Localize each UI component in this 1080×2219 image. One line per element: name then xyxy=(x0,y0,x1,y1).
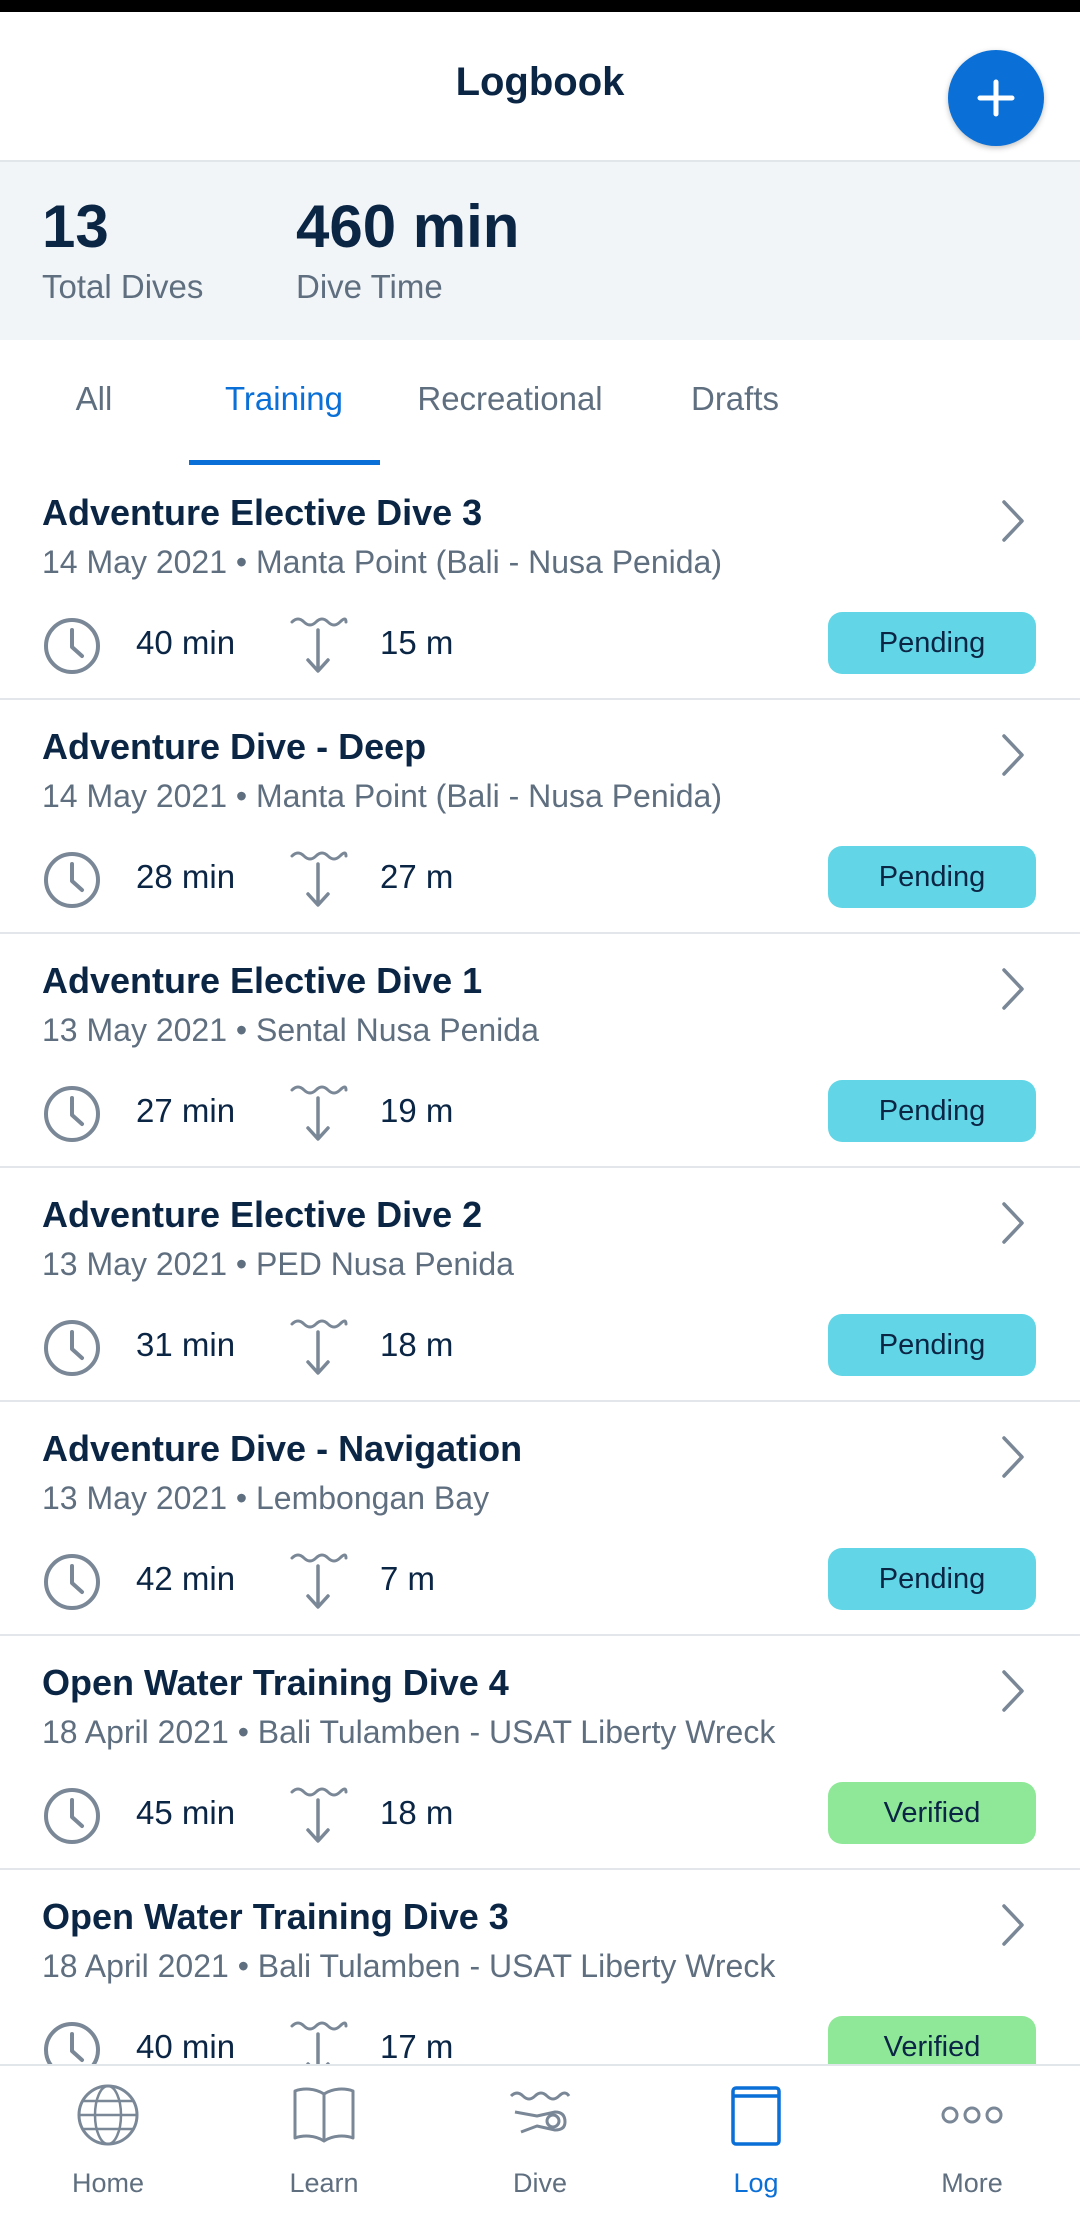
nav-home-label: Home xyxy=(71,2168,145,2198)
nav-learn[interactable]: Learn xyxy=(216,2082,432,2212)
dive-time-value: 460 min xyxy=(296,193,520,260)
book-icon xyxy=(293,2087,355,2143)
dive-duration: 28 min xyxy=(136,858,236,895)
filter-tabs: All Training Recreational Drafts xyxy=(0,340,1080,466)
status-badge: Pending xyxy=(828,612,1036,674)
depth-icon xyxy=(290,1319,348,1375)
dive-title: Adventure Elective Dive 2 xyxy=(42,1194,483,1235)
nav-more[interactable]: More xyxy=(864,2082,1080,2212)
dive-date-location: 18 April 2021 • Bali Tulamben - USAT Lib… xyxy=(42,1948,776,1984)
dive-duration: 45 min xyxy=(136,1794,236,1831)
chevron-right-icon xyxy=(1002,734,1024,776)
status-badge: Pending xyxy=(828,1548,1036,1610)
status-badge: Verified xyxy=(828,1782,1036,1844)
chevron-right-icon xyxy=(1002,1436,1024,1478)
dive-max-depth: 19 m xyxy=(380,1092,454,1129)
dive-date-location: 14 May 2021 • Manta Point (Bali - Nusa P… xyxy=(42,778,722,814)
clock-icon xyxy=(44,1086,100,1142)
tab-drafts[interactable]: Drafts xyxy=(660,380,810,440)
nav-learn-label: Learn xyxy=(289,2168,359,2198)
total-dives-value: 13 xyxy=(42,193,109,260)
dive-list-item[interactable]: Open Water Training Dive 4 18 April 2021… xyxy=(0,1636,1080,1870)
more-dots-icon xyxy=(941,2106,1003,2124)
clock-icon xyxy=(44,1320,100,1376)
add-dive-button[interactable] xyxy=(948,50,1044,146)
dive-title: Adventure Dive - Navigation xyxy=(42,1428,523,1469)
depth-icon xyxy=(290,851,348,907)
depth-icon xyxy=(290,1085,348,1141)
active-tab-indicator xyxy=(189,460,380,465)
depth-icon xyxy=(290,1553,348,1609)
diver-icon xyxy=(509,2091,571,2134)
logbook-icon xyxy=(731,2086,781,2146)
status-badge: Verified xyxy=(828,2016,1036,2064)
dive-title: Adventure Dive - Deep xyxy=(42,726,427,767)
dive-max-depth: 17 m xyxy=(380,2028,454,2064)
clock-icon xyxy=(44,852,100,908)
dive-date-location: 13 May 2021 • Lembongan Bay xyxy=(42,1480,490,1516)
dive-list: Adventure Elective Dive 3 14 May 2021 • … xyxy=(0,466,1080,2064)
dive-list-item[interactable]: Adventure Dive - Deep 14 May 2021 • Mant… xyxy=(0,700,1080,934)
tab-training[interactable]: Training xyxy=(190,380,378,440)
chevron-right-icon xyxy=(1002,500,1024,542)
nav-log[interactable]: Log xyxy=(648,2082,864,2212)
dive-duration: 40 min xyxy=(136,624,236,661)
clock-icon xyxy=(44,618,100,674)
dive-title: Adventure Elective Dive 3 xyxy=(42,492,483,533)
logbook-summary: 13 Total Dives 460 min Dive Time xyxy=(0,160,1080,342)
depth-icon xyxy=(290,2021,348,2064)
dive-date-location: 18 April 2021 • Bali Tulamben - USAT Lib… xyxy=(42,1714,776,1750)
dive-max-depth: 15 m xyxy=(380,624,454,661)
clock-icon xyxy=(44,2022,100,2064)
dive-list-item[interactable]: Adventure Dive - Navigation 13 May 2021 … xyxy=(0,1402,1080,1636)
depth-icon xyxy=(290,1787,348,1843)
chevron-right-icon xyxy=(1002,1670,1024,1712)
nav-more-label: More xyxy=(941,2168,1003,2198)
dive-duration: 31 min xyxy=(136,1326,236,1363)
depth-icon xyxy=(290,617,348,673)
plus-icon xyxy=(977,79,1015,117)
dive-title: Adventure Elective Dive 1 xyxy=(42,960,483,1001)
globe-icon xyxy=(77,2084,139,2146)
dive-max-depth: 18 m xyxy=(380,1794,454,1831)
dive-time-label: Dive Time xyxy=(296,268,443,305)
dive-max-depth: 27 m xyxy=(380,858,454,895)
bottom-navigation: Home Learn Dive Log More xyxy=(0,2064,1080,2219)
dive-date-location: 13 May 2021 • Sental Nusa Penida xyxy=(42,1012,539,1048)
status-badge: Pending xyxy=(828,1314,1036,1376)
page-title: Logbook xyxy=(455,60,625,104)
chevron-right-icon xyxy=(1002,1904,1024,1946)
app-header: Logbook xyxy=(0,12,1080,160)
dive-max-depth: 18 m xyxy=(380,1326,454,1363)
nav-dive-label: Dive xyxy=(512,2168,567,2198)
nav-log-label: Log xyxy=(733,2168,779,2198)
tab-all[interactable]: All xyxy=(44,380,144,440)
dive-time-stat: 460 min Dive Time xyxy=(296,192,519,306)
dive-duration: 42 min xyxy=(136,1560,236,1597)
dive-list-item[interactable]: Adventure Elective Dive 2 13 May 2021 • … xyxy=(0,1168,1080,1402)
clock-icon xyxy=(44,1554,100,1610)
chevron-right-icon xyxy=(1002,1202,1024,1244)
tab-recreational[interactable]: Recreational xyxy=(400,380,620,440)
dive-title: Open Water Training Dive 4 xyxy=(42,1662,509,1703)
dive-duration: 40 min xyxy=(136,2028,236,2064)
dive-list-item[interactable]: Adventure Elective Dive 3 14 May 2021 • … xyxy=(0,466,1080,700)
total-dives-label: Total Dives xyxy=(42,268,204,305)
dive-duration: 27 min xyxy=(136,1092,236,1129)
dive-date-location: 13 May 2021 • PED Nusa Penida xyxy=(42,1246,514,1282)
dive-list-item[interactable]: Adventure Elective Dive 1 13 May 2021 • … xyxy=(0,934,1080,1168)
status-bar xyxy=(0,0,1080,12)
clock-icon xyxy=(44,1788,100,1844)
dive-max-depth: 7 m xyxy=(380,1560,436,1597)
dive-title: Open Water Training Dive 3 xyxy=(42,1896,509,1937)
chevron-right-icon xyxy=(1002,968,1024,1010)
status-badge: Pending xyxy=(828,846,1036,908)
status-badge: Pending xyxy=(828,1080,1036,1142)
nav-home[interactable]: Home xyxy=(0,2082,216,2212)
total-dives-stat: 13 Total Dives xyxy=(42,192,203,306)
dive-list-item[interactable]: Open Water Training Dive 3 18 April 2021… xyxy=(0,1870,1080,2064)
nav-dive[interactable]: Dive xyxy=(432,2082,648,2212)
dive-date-location: 14 May 2021 • Manta Point (Bali - Nusa P… xyxy=(42,544,722,580)
